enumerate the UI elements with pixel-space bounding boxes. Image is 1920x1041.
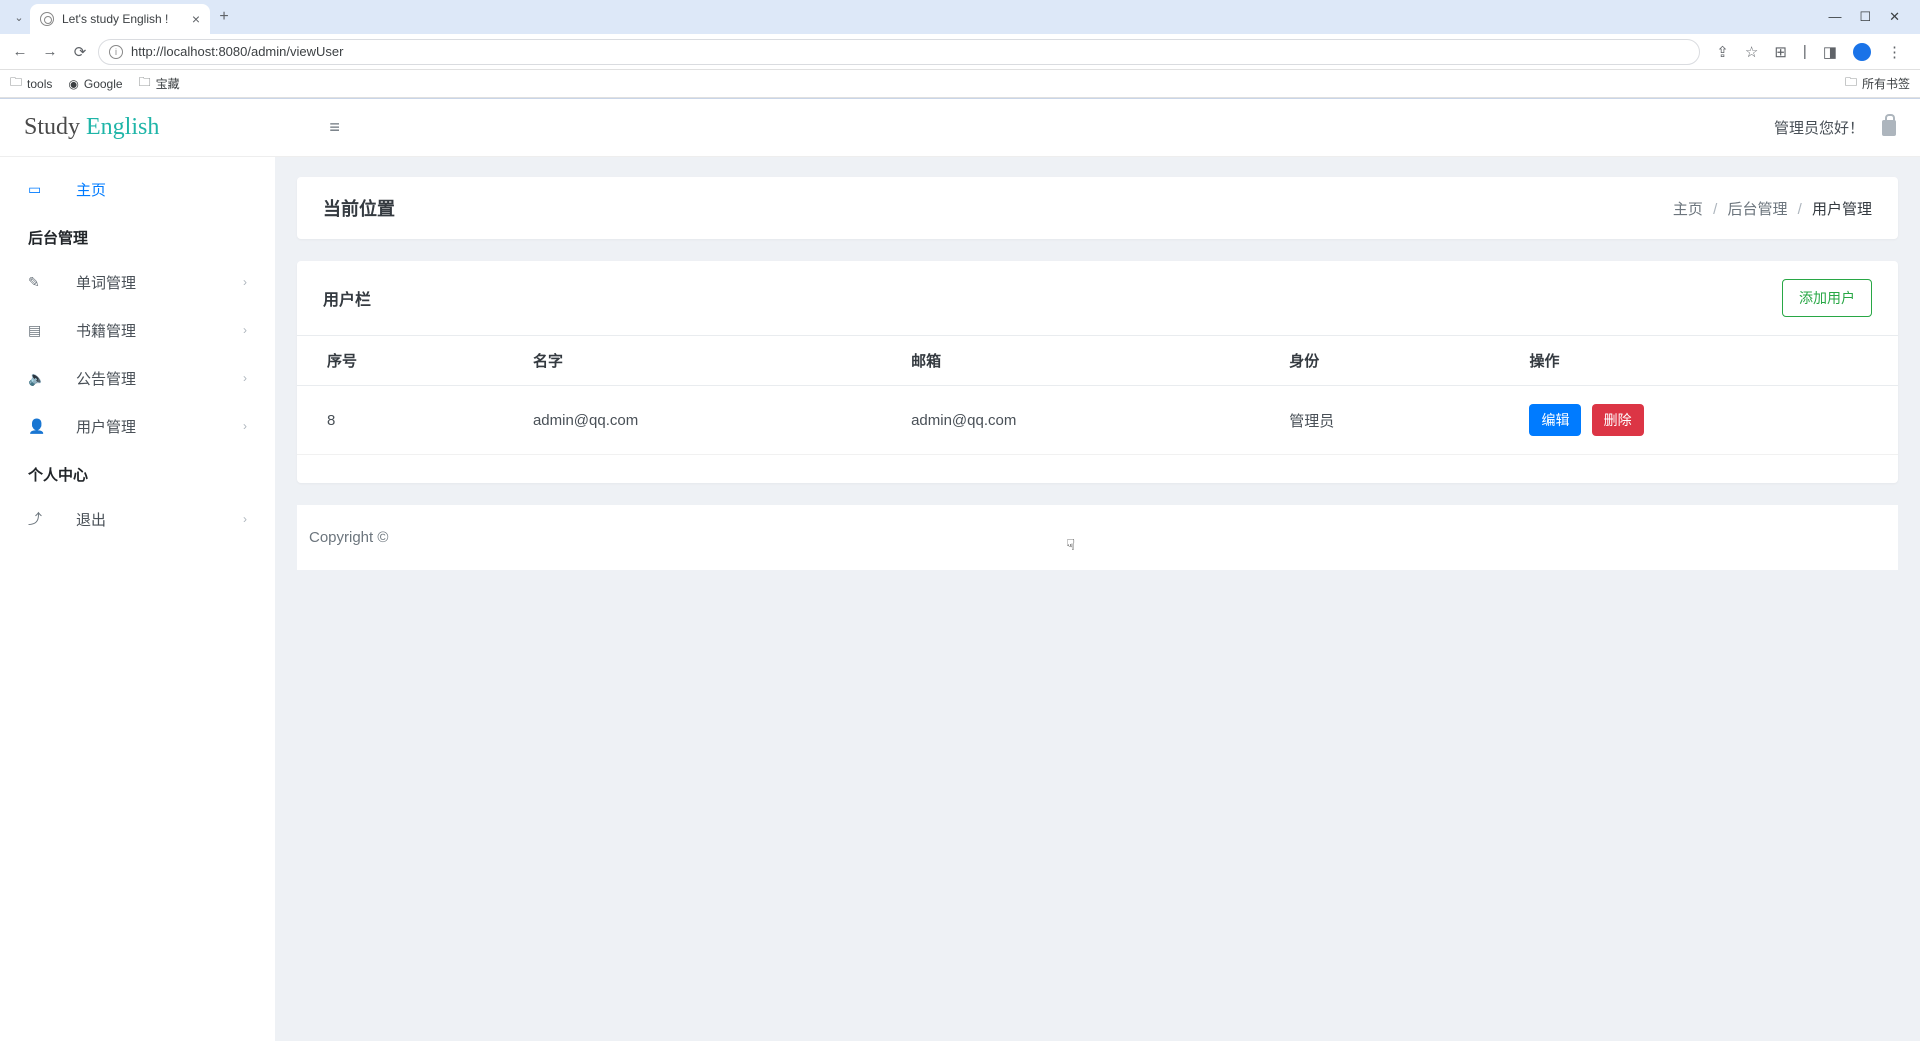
laptop-icon: ▭ [28,181,56,198]
address-bar: ← → ⟳ i http://localhost:8080/admin/view… [0,34,1920,70]
minimize-icon[interactable]: — [1828,9,1841,25]
col-seq: 序号 [297,336,503,386]
back-icon[interactable]: ← [8,43,32,60]
add-user-button[interactable]: 添加用户 [1782,279,1872,317]
star-icon[interactable]: ☆ [1745,43,1758,61]
tab-search-chevron[interactable]: ⌄ [8,11,30,24]
sidebar-item-home[interactable]: ▭ 主页 [0,165,275,213]
panel-header: 用户栏 添加用户 [297,261,1898,335]
share-icon[interactable]: ⇪ [1716,43,1729,61]
panel-footer-pad [297,455,1898,483]
chevron-right-icon: › [243,419,247,433]
maximize-icon[interactable]: ☐ [1859,9,1871,25]
folder-icon: 🗀 [139,73,151,94]
folder-icon: 🗀 [10,73,22,94]
col-action: 操作 [1499,336,1898,386]
site-info-icon[interactable]: i [109,45,123,59]
sidebar: ▭ 主页 后台管理 ✎ 单词管理 › ▤ 书籍管理 › 🔈 公告管理 › 👤 用 [0,157,275,1041]
panel-title: 用户栏 [323,286,371,310]
cell-email: admin@qq.com [881,386,1259,455]
chevron-right-icon: › [243,323,247,337]
sidepanel-icon[interactable]: ◨ [1823,43,1837,61]
speaker-icon: 🔈 [28,370,56,387]
sidebar-item-words[interactable]: ✎ 单词管理 › [0,258,275,306]
menu-icon[interactable]: ⋮ [1887,43,1902,61]
sidebar-item-logout[interactable]: ⤴ 退出 › [0,495,275,543]
breadcrumb: 主页 / 后台管理 / 用户管理 [1673,198,1872,219]
new-tab-button[interactable]: + [210,8,238,26]
sidebar-item-books[interactable]: ▤ 书籍管理 › [0,306,275,354]
col-email: 邮箱 [881,336,1259,386]
divider: | [1803,43,1807,60]
sidebar-item-users[interactable]: 👤 用户管理 › [0,402,275,450]
bookmarks-bar: 🗀tools ◉Google 🗀宝藏 🗀所有书签 [0,70,1920,98]
user-panel: 用户栏 添加用户 序号 名字 邮箱 身份 操作 [297,261,1898,483]
forward-icon[interactable]: → [38,43,62,60]
close-window-icon[interactable]: ✕ [1889,9,1900,25]
col-role: 身份 [1259,336,1499,386]
chevron-right-icon: › [243,512,247,526]
chevron-right-icon: › [243,371,247,385]
logout-icon: ⤴ [28,509,56,529]
browser-chrome: ⌄ Let's study English ! × + — ☐ ✕ ← → ⟳ … [0,0,1920,99]
col-name: 名字 [503,336,881,386]
logo[interactable]: Study English [24,114,159,141]
cell-name: admin@qq.com [503,386,881,455]
app-body: ▭ 主页 后台管理 ✎ 单词管理 › ▤ 书籍管理 › 🔈 公告管理 › 👤 用 [0,157,1920,1041]
header-right: 管理员您好！ [1774,117,1896,138]
edit-button[interactable]: 编辑 [1529,404,1581,436]
globe-icon [40,12,54,26]
hamburger-icon[interactable]: ≡ [329,117,340,138]
window-controls: — ☐ ✕ [1828,9,1912,25]
cell-action: 编辑 删除 [1499,386,1898,455]
browser-tab[interactable]: Let's study English ! × [30,4,210,34]
url-input[interactable]: i http://localhost:8080/admin/viewUser [98,39,1700,65]
all-bookmarks[interactable]: 🗀所有书签 [1845,73,1910,94]
tab-bar: ⌄ Let's study English ! × + — ☐ ✕ [0,0,1920,34]
app-header: Study English ≡ 管理员您好！ [0,99,1920,157]
table-row: 8 admin@qq.com admin@qq.com 管理员 编辑 删除 [297,386,1898,455]
reload-icon[interactable]: ⟳ [68,43,92,61]
delete-button[interactable]: 删除 [1592,404,1644,436]
greeting: 管理员您好！ [1774,117,1864,138]
breadcrumb-title: 当前位置 [323,195,395,221]
sidebar-section-admin: 后台管理 [0,213,275,258]
profile-icon[interactable] [1853,43,1871,61]
bookmark-treasure[interactable]: 🗀宝藏 [139,73,180,94]
bookmark-google[interactable]: ◉Google [68,77,122,91]
crumb-admin[interactable]: 后台管理 [1727,201,1787,218]
cell-seq: 8 [297,386,503,455]
sidebar-section-personal: 个人中心 [0,450,275,495]
chevron-right-icon: › [243,275,247,289]
globe-icon: ◉ [68,77,78,91]
url-text: http://localhost:8080/admin/viewUser [131,44,343,59]
user-icon: 👤 [28,418,56,435]
table-header-row: 序号 名字 邮箱 身份 操作 [297,336,1898,386]
edit-icon: ✎ [28,274,56,291]
user-table: 序号 名字 邮箱 身份 操作 8 admin@qq.com admin@qq.c… [297,335,1898,455]
crumb-home[interactable]: 主页 [1673,201,1703,218]
footer: Copyright © [297,505,1898,570]
bookmark-tools[interactable]: 🗀tools [10,73,52,94]
tab-title: Let's study English ! [62,12,184,26]
lock-icon[interactable] [1882,120,1896,136]
extension-icon[interactable]: ⊞ [1774,43,1787,61]
breadcrumb-card: 当前位置 主页 / 后台管理 / 用户管理 [297,177,1898,239]
main-content: 当前位置 主页 / 后台管理 / 用户管理 用户栏 添加用户 序 [275,157,1920,1041]
toolbar-icons: ⇪ ☆ ⊞ | ◨ ⋮ [1706,43,1912,61]
cell-role: 管理员 [1259,386,1499,455]
close-icon[interactable]: × [192,11,200,27]
crumb-current: 用户管理 [1812,201,1872,218]
app: Study English ≡ 管理员您好！ ▭ 主页 后台管理 ✎ 单词管理 … [0,99,1920,1041]
book-icon: ▤ [28,322,56,339]
sidebar-item-notice[interactable]: 🔈 公告管理 › [0,354,275,402]
folder-icon: 🗀 [1845,73,1857,94]
